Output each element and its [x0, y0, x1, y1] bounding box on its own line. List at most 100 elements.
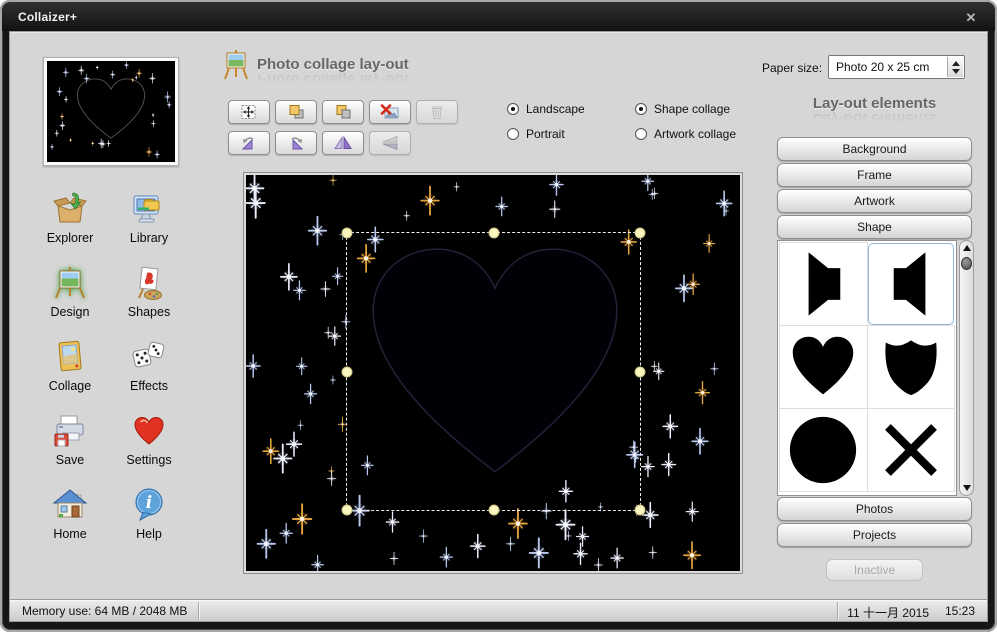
- artwork-button[interactable]: Artwork: [777, 189, 972, 213]
- background-button[interactable]: Background: [777, 137, 972, 161]
- sidebar-item-help[interactable]: iHelp: [112, 484, 186, 558]
- sidebar-item-settings[interactable]: Settings: [112, 410, 186, 484]
- speaker-left-shape-icon: [875, 248, 947, 320]
- scrollbar-thumb[interactable]: [961, 257, 972, 270]
- transform-button[interactable]: [228, 100, 270, 124]
- shape-option-speaker-left[interactable]: [868, 243, 955, 325]
- title-bar[interactable]: Collaizer+ ✕: [2, 2, 995, 31]
- send-backward-button[interactable]: [322, 100, 364, 124]
- radio-circle-icon[interactable]: [507, 103, 519, 115]
- paper-size-select[interactable]: Photo 20 x 25 cm: [828, 55, 965, 79]
- cross-shape-icon: [875, 414, 947, 486]
- flip-vertical-button[interactable]: [369, 131, 411, 155]
- home-icon: [52, 487, 88, 523]
- window-title: Collaizer+: [18, 10, 77, 24]
- shape-button[interactable]: Shape: [777, 215, 972, 239]
- radio-label: Shape collage: [654, 102, 730, 116]
- heart-shape-icon: [787, 331, 859, 403]
- shapes-icon: [131, 265, 167, 301]
- rotate-right-button[interactable]: [275, 131, 317, 155]
- sidebar-item-shapes[interactable]: Shapes: [112, 262, 186, 336]
- collage-icon: [52, 339, 88, 375]
- shape-option-heart[interactable]: [780, 326, 867, 408]
- settings-icon: [131, 413, 167, 449]
- shape-option-speaker-right[interactable]: [780, 243, 867, 325]
- shield-shape-icon: [875, 331, 947, 403]
- status-date: 11 十一月 2015: [847, 604, 929, 621]
- selection-handle[interactable]: [488, 505, 499, 516]
- sidebar-item-library[interactable]: Library: [112, 188, 186, 262]
- send-backward-icon: [333, 104, 353, 120]
- client-area: Photo collage lay-out Photo collage lay-…: [9, 31, 988, 622]
- radio-landscape[interactable]: Landscape: [507, 102, 585, 116]
- help-icon: i: [131, 487, 167, 523]
- close-icon[interactable]: ✕: [961, 8, 981, 28]
- collage-type-radio-group: Shape collage Artwork collage: [635, 102, 736, 152]
- collage-canvas[interactable]: [243, 172, 743, 574]
- sidebar-item-explorer[interactable]: Explorer: [33, 188, 107, 262]
- selection-handle[interactable]: [342, 505, 353, 516]
- toolbar-row-1: [228, 100, 458, 124]
- selection-handle[interactable]: [635, 505, 646, 516]
- scroll-up-icon[interactable]: [963, 245, 971, 251]
- selection-handle[interactable]: [488, 228, 499, 239]
- layout-elements-title: Lay-out elements Lay-out elements: [777, 95, 972, 127]
- sidebar-item-collage[interactable]: Collage: [33, 336, 107, 410]
- shape-list: [777, 240, 957, 496]
- sidebar-item-label: Save: [56, 453, 85, 467]
- orientation-radio-group: Landscape Portrait: [507, 102, 585, 152]
- spinner-down-icon[interactable]: [952, 69, 960, 74]
- selection-rectangle[interactable]: [346, 232, 641, 511]
- preview-thumbnail[interactable]: [43, 57, 179, 166]
- sidebar-item-save[interactable]: Save: [33, 410, 107, 484]
- library-icon: [131, 191, 167, 227]
- delete-image-button[interactable]: [369, 100, 411, 124]
- paper-size-spinner[interactable]: [947, 57, 963, 77]
- trash-icon: [427, 104, 447, 120]
- trash-button[interactable]: [416, 100, 458, 124]
- sidebar-item-design[interactable]: Design: [33, 262, 107, 336]
- bring-forward-button[interactable]: [275, 100, 317, 124]
- explorer-icon: [52, 191, 88, 227]
- shape-option-shield[interactable]: [868, 326, 955, 408]
- flip-vertical-icon: [380, 135, 400, 151]
- memory-usage-text: Memory use: 64 MB / 2048 MB: [22, 604, 187, 618]
- shape-option-circle[interactable]: [780, 409, 867, 491]
- selection-handle[interactable]: [635, 366, 646, 377]
- sidebar-item-label: Shapes: [128, 305, 170, 319]
- photos-button[interactable]: Photos: [777, 497, 972, 521]
- spinner-up-icon[interactable]: [952, 61, 960, 66]
- radio-circle-icon[interactable]: [635, 103, 647, 115]
- save-icon: [52, 413, 88, 449]
- flip-horizontal-button[interactable]: [322, 131, 364, 155]
- radio-portrait[interactable]: Portrait: [507, 127, 585, 141]
- selection-handle[interactable]: [342, 366, 353, 377]
- frame-button[interactable]: Frame: [777, 163, 972, 187]
- transform-icon: [239, 104, 259, 120]
- shape-list-scrollbar[interactable]: [959, 240, 974, 496]
- thumbnail-starfield-image: [47, 61, 175, 162]
- rotate-left-button[interactable]: [228, 131, 270, 155]
- radio-circle-icon[interactable]: [635, 128, 647, 140]
- selection-handle[interactable]: [635, 228, 646, 239]
- selection-handle[interactable]: [342, 228, 353, 239]
- circle-shape-icon: [787, 414, 859, 486]
- radio-artwork-collage[interactable]: Artwork collage: [635, 127, 736, 141]
- effects-icon: [131, 339, 167, 375]
- svg-text:i: i: [146, 493, 152, 513]
- sidebar-item-label: Design: [51, 305, 90, 319]
- shape-option-cross[interactable]: [868, 409, 955, 491]
- status-time: 15:23: [945, 604, 975, 618]
- projects-button[interactable]: Projects: [777, 523, 972, 547]
- sidebar: ExplorerLibrary Design Shapes CollageEffect…: [33, 188, 186, 558]
- scroll-down-icon[interactable]: [963, 485, 971, 491]
- paper-size-label: Paper size:: [762, 61, 822, 75]
- radio-shape-collage[interactable]: Shape collage: [635, 102, 736, 116]
- radio-circle-icon[interactable]: [507, 128, 519, 140]
- sidebar-item-effects[interactable]: Effects: [112, 336, 186, 410]
- flip-horizontal-icon: [333, 135, 353, 151]
- paper-size-value: Photo 20 x 25 cm: [836, 60, 929, 74]
- rotate-right-icon: [286, 135, 306, 151]
- canvas-image-area[interactable]: [246, 175, 740, 571]
- sidebar-item-home[interactable]: Home: [33, 484, 107, 558]
